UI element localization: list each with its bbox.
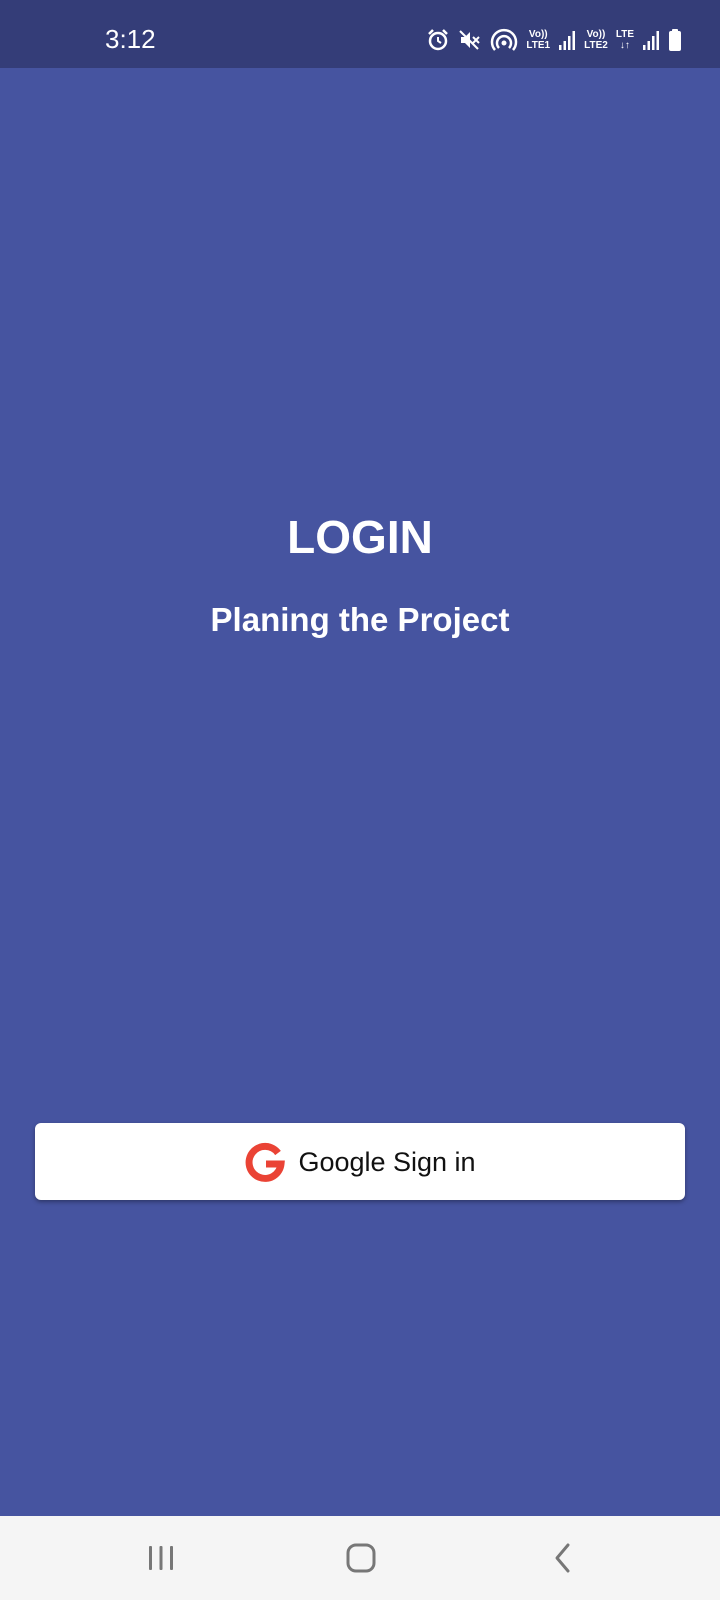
volte1-bottom: LTE1 bbox=[526, 40, 551, 51]
signal2-icon bbox=[642, 29, 660, 51]
lte-bottom: ↓↑ bbox=[619, 40, 630, 51]
status-icons: Vo)) LTE1 Vo)) LTE2 LTE ↓↑ bbox=[426, 26, 682, 54]
lte-top: LTE bbox=[615, 29, 634, 40]
status-bar: 3:12 Vo)) LTE1 Vo)) LTE2 LTE ↓↑ bbox=[0, 0, 720, 68]
page-subtitle: Planing the Project bbox=[210, 601, 510, 638]
volte2-top: Vo)) bbox=[586, 29, 606, 40]
google-sign-in-button[interactable]: Google Sign in bbox=[35, 1123, 685, 1200]
recent-apps-icon[interactable] bbox=[131, 1530, 191, 1586]
hotspot-icon bbox=[490, 28, 518, 52]
status-time: 3:12 bbox=[105, 24, 156, 54]
volte1-icon: Vo)) LTE1 bbox=[526, 29, 550, 51]
mute-icon bbox=[458, 28, 482, 52]
google-g-icon bbox=[244, 1141, 286, 1183]
lte-data-icon: LTE ↓↑ bbox=[616, 29, 634, 51]
page-title: LOGIN bbox=[287, 511, 433, 563]
signal1-icon bbox=[558, 29, 576, 51]
home-icon[interactable] bbox=[331, 1530, 391, 1586]
volte1-top: Vo)) bbox=[528, 29, 548, 40]
battery-icon bbox=[668, 28, 682, 52]
back-icon[interactable] bbox=[533, 1530, 593, 1586]
volte2-bottom: LTE2 bbox=[584, 40, 608, 51]
navigation-bar bbox=[0, 1516, 720, 1600]
volte2-icon: Vo)) LTE2 bbox=[584, 29, 608, 51]
alarm-icon bbox=[426, 28, 450, 52]
google-sign-in-label: Google Sign in bbox=[298, 1146, 476, 1177]
